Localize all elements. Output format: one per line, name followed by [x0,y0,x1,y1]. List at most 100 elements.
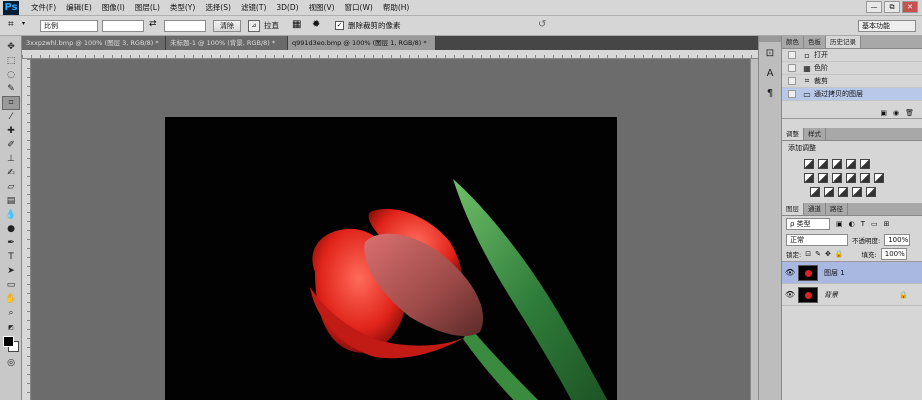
history-checkbox[interactable] [788,51,796,59]
blur-tool-icon[interactable]: 💧 [2,208,20,222]
brightness-icon[interactable] [804,159,814,169]
curves-icon[interactable] [832,159,842,169]
history-item[interactable]: ▦ 色阶 [782,62,922,75]
filter-adjust-icon[interactable]: ◐ [849,220,855,228]
doc-tab-3[interactable]: q991d3eo.bmp @ 100% (图层 1, RGB/8) * [288,36,436,50]
trash-icon[interactable]: 🗑 [905,109,914,118]
stamp-tool-icon[interactable]: ⊥ [2,152,20,166]
menu-select[interactable]: 选择(S) [200,0,236,16]
layer-row-2[interactable]: 👁 背景 🔒 [782,284,922,306]
layer-name[interactable]: 图层 1 [824,268,845,278]
crop-tool-icon[interactable]: ⌗ [2,96,20,110]
filter-smart-icon[interactable]: ⊞ [884,220,890,228]
eyedropper-tool-icon[interactable]: ⁄ [2,110,20,124]
paragraph-panel-icon[interactable]: ¶ [761,86,779,102]
channel-mixer-icon[interactable] [860,173,870,183]
opacity-input[interactable]: 100% [884,233,911,246]
close-button[interactable]: ✕ [902,1,918,13]
grid-overlay-icon[interactable]: ▦ [292,19,301,30]
history-checkbox[interactable] [788,90,796,98]
tab-layers[interactable]: 图层 [782,203,804,215]
visibility-eye-icon[interactable]: 👁 [782,290,798,299]
type-tool-icon[interactable]: T [2,250,20,264]
filter-shape-icon[interactable]: ▭ [871,220,878,228]
move-tool-icon[interactable]: ✥ [2,40,20,54]
vibrance-icon[interactable] [860,159,870,169]
tab-channels[interactable]: 通道 [804,203,826,215]
selective-color-icon[interactable] [866,187,876,197]
zoom-tool-icon[interactable]: ⌕ [2,306,20,320]
history-brush-tool-icon[interactable]: ✍ [2,166,20,180]
clear-button[interactable]: 清除 [213,20,241,32]
tab-paths[interactable]: 路径 [826,203,848,215]
layer-name[interactable]: 背景 [824,290,899,300]
visibility-eye-icon[interactable]: 👁 [782,268,798,277]
document-image[interactable] [165,117,617,400]
canvas-area[interactable] [31,59,758,400]
quick-mask-icon[interactable]: ◎ [2,356,20,370]
tab-styles[interactable]: 样式 [804,128,826,140]
tab-adjustments[interactable]: 调整 [782,128,804,140]
character-panel-icon[interactable]: A [761,66,779,82]
straighten-icon[interactable]: ⊿ [248,20,260,32]
dodge-tool-icon[interactable]: ● [2,222,20,236]
new-doc-from-state-icon[interactable]: ▣ [880,109,887,118]
vertical-scrollbar[interactable] [750,59,758,400]
swap-icon[interactable]: ⇄ [149,19,157,29]
crop-tool-icon[interactable]: ⌗ [8,19,14,30]
menu-view[interactable]: 视图(V) [304,0,340,16]
delete-cropped-checkbox[interactable]: ✓ [335,21,344,30]
eraser-tool-icon[interactable]: ▱ [2,180,20,194]
history-item[interactable]: ▫ 打开 [782,49,922,62]
marquee-tool-icon[interactable]: ⬚ [2,54,20,68]
filter-pixel-icon[interactable]: ▣ [836,220,843,228]
menu-filter[interactable]: 滤镜(T) [236,0,271,16]
menu-type[interactable]: 类型(Y) [165,0,200,16]
default-colors-icon[interactable]: ◩ [2,320,20,334]
color-lookup-icon[interactable] [874,173,884,183]
menu-image[interactable]: 图像(I) [97,0,130,16]
tab-color[interactable]: 颜色 [782,36,804,48]
workspace-select[interactable]: 基本功能 [858,20,916,32]
ratio-width-input[interactable] [102,20,144,32]
layer-row-1[interactable]: 👁 图层 1 [782,262,922,284]
doc-tab-2[interactable]: 未标题-1 @ 100% (背景, RGB/8) * [166,36,288,50]
tab-swatches[interactable]: 色板 [804,36,826,48]
lock-transparent-icon[interactable]: ⊡ [805,250,811,258]
bw-icon[interactable] [832,173,842,183]
history-panel-icon[interactable]: ⊡ [761,46,779,62]
menu-3d[interactable]: 3D(D) [271,0,303,16]
lock-position-icon[interactable]: ✥ [825,250,831,258]
photo-filter-icon[interactable] [846,173,856,183]
lock-all-icon[interactable]: 🔒 [835,250,844,258]
blend-mode-select[interactable]: 正常 [786,233,848,246]
brush-tool-icon[interactable]: ✐ [2,138,20,152]
posterize-icon[interactable] [824,187,834,197]
ratio-height-input[interactable] [164,20,206,32]
hand-tool-icon[interactable]: ✋ [2,292,20,306]
path-select-tool-icon[interactable]: ➤ [2,264,20,278]
exposure-icon[interactable] [846,159,856,169]
chevron-down-icon[interactable]: ▾ [22,20,25,27]
color-balance-icon[interactable] [818,173,828,183]
history-checkbox[interactable] [788,64,796,72]
fill-input[interactable]: 100% [880,248,907,260]
history-item-selected[interactable]: ▭ 通过拷贝的图层 [782,88,922,101]
color-swatches[interactable] [0,334,21,356]
invert-icon[interactable] [810,187,820,197]
snapshot-icon[interactable]: ◉ [893,109,899,118]
pen-tool-icon[interactable]: ✒ [2,236,20,250]
foreground-color[interactable] [3,336,14,347]
layer-filter-select[interactable]: ρ 类型 [786,218,830,230]
lasso-tool-icon[interactable]: ◌ [2,68,20,82]
levels-adj-icon[interactable] [818,159,828,169]
reset-icon[interactable]: ↺ [538,19,546,30]
lock-pixels-icon[interactable]: ✎ [815,250,821,258]
history-checkbox[interactable] [788,77,796,85]
minimize-button[interactable]: — [866,1,882,13]
quick-select-tool-icon[interactable]: ✎ [2,82,20,96]
menu-edit[interactable]: 编辑(E) [61,0,97,16]
history-item[interactable]: ⌗ 裁剪 [782,75,922,88]
menu-window[interactable]: 窗口(W) [340,0,378,16]
shape-tool-icon[interactable]: ▭ [2,278,20,292]
